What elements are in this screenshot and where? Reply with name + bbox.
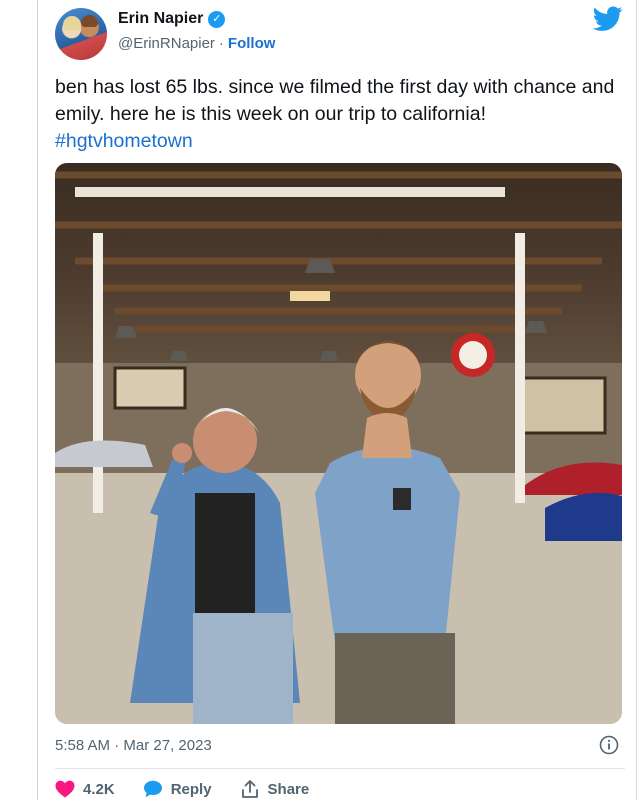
tweet-header: Erin Napier ✓ @ErinRNapier · Follow — [55, 6, 625, 60]
name-row: Erin Napier ✓ — [118, 10, 226, 28]
tweet-actions: 4.2K Reply Share — [55, 777, 337, 801]
avatar-person-right — [81, 15, 98, 27]
tweet-embed-page: Erin Napier ✓ @ErinRNapier · Follow ben ha… — [0, 0, 640, 800]
tweet-time: 5:58 AM — [55, 737, 111, 754]
avatar-person-left — [63, 16, 81, 30]
heart-icon — [55, 780, 75, 798]
timestamp-separator: · — [114, 737, 120, 754]
verified-badge-icon: ✓ — [208, 10, 226, 28]
user-handle[interactable]: @ErinRNapier — [118, 35, 215, 52]
tweet-text: ben has lost 65 lbs. since we filmed the… — [55, 74, 615, 155]
share-button[interactable]: Share — [240, 779, 310, 799]
tweet-timestamp[interactable]: 5:58 AM · Mar 27, 2023 — [55, 737, 212, 754]
light-fixture — [75, 187, 505, 197]
display-name[interactable]: Erin Napier — [118, 10, 203, 28]
tweet-body: ben has lost 65 lbs. since we filmed the… — [55, 76, 615, 125]
tweet-photo[interactable] — [55, 163, 622, 724]
ceiling-beams — [55, 171, 622, 333]
twitter-bird-icon[interactable] — [593, 6, 623, 32]
avatar[interactable] — [55, 8, 107, 60]
reply-label: Reply — [170, 780, 212, 798]
left-border — [37, 0, 38, 800]
handle-row: @ErinRNapier · Follow — [118, 35, 275, 52]
right-border — [636, 0, 637, 800]
follow-button[interactable]: Follow — [228, 35, 276, 52]
info-icon[interactable] — [599, 735, 619, 755]
tweet-date: Mar 27, 2023 — [123, 737, 212, 754]
handle-separator: · — [218, 35, 224, 52]
hashtag-link[interactable]: #hgtvhometown — [55, 130, 193, 152]
reply-bubble-icon — [143, 780, 162, 798]
garage-photo-illustration — [55, 171, 622, 724]
reply-button[interactable]: Reply — [143, 780, 212, 798]
actions-divider — [55, 768, 625, 769]
share-icon — [241, 780, 258, 798]
like-button[interactable]: 4.2K — [55, 780, 115, 798]
share-label: Share — [267, 780, 310, 798]
like-count: 4.2K — [83, 780, 115, 798]
